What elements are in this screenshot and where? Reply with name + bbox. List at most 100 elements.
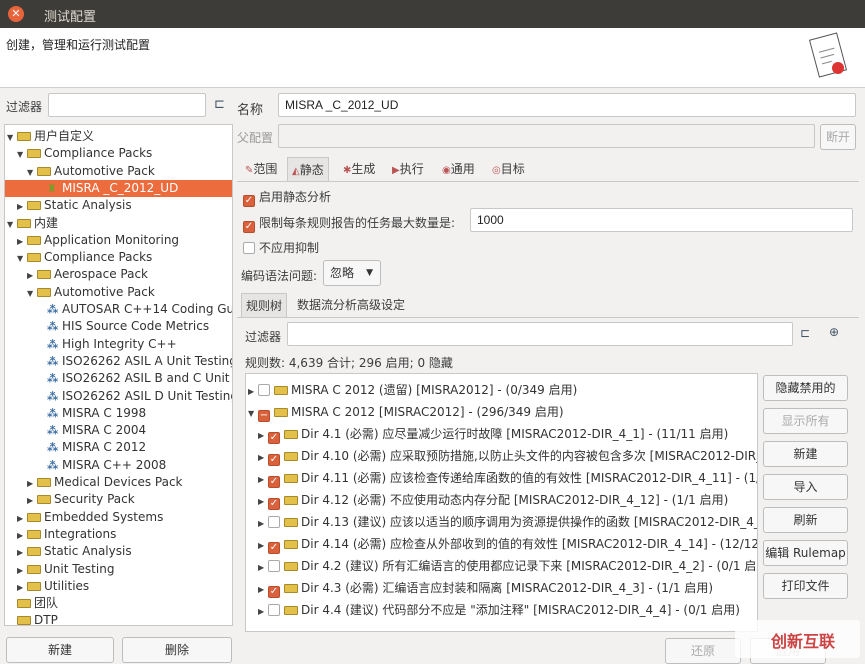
tree-item[interactable]: ⁂ MISRA C++ 2008 [5,457,232,474]
rule-checkbox[interactable]: ✓ [268,432,280,444]
tree-item[interactable]: ⁂ ISO26262 ASIL D Unit Testing [5,388,232,405]
tree-item[interactable]: ▼ Automotive Pack [5,284,232,301]
rule-checkbox[interactable] [258,384,270,396]
rule-row[interactable]: ▶ Dir 4.13 (建议) 应该以适当的顺序调用为资源提供操作的函数 [MIS… [258,511,757,535]
tab-5[interactable]: ◎目标 [488,157,529,181]
collapse-all-icon[interactable]: ⊏ [214,97,225,112]
tree-item[interactable]: ▼ Compliance Packs [5,145,232,162]
collapse-arrow-icon[interactable]: ▶ [17,562,27,579]
rule-row[interactable]: ▶ ✓ Dir 4.3 (必需) 汇编语言应封装和隔离 [MISRAC2012-DI… [258,577,713,599]
side-button-0[interactable]: 隐藏禁用的 [763,375,848,401]
tree-item[interactable]: ▶ Integrations [5,526,232,543]
new-config-button[interactable]: 新建 [6,637,114,663]
collapse-arrow-icon[interactable]: ▶ [27,267,37,284]
collapse-arrow-icon[interactable]: ▶ [258,601,268,623]
tree-item[interactable]: ▶ Unit Testing [5,561,232,578]
close-icon[interactable]: ✕ [8,6,24,22]
side-button-4[interactable]: 刷新 [763,507,848,533]
tree-item[interactable]: ⁂ MISRA C 2004 [5,422,232,439]
revert-button[interactable]: 还原 [665,638,741,664]
collapse-arrow-icon[interactable]: ▶ [17,510,27,527]
tree-item[interactable]: ▶ Aerospace Pack [5,266,232,283]
expand-arrow-icon[interactable]: ▼ [7,129,17,146]
rule-row[interactable]: ▶ ✓ Dir 4.1 (必需) 应尽量减少运行时故障 [MISRAC2012-DI… [258,423,728,445]
collapse-rules-icon[interactable]: ⊏ [800,326,810,340]
tree-item[interactable]: ▼ Automotive Pack [5,163,232,180]
tree-item[interactable]: ⁂AUTOSAR C++14 Coding Guidelines [5,301,232,318]
tree-item[interactable]: ▶ Security Pack [5,491,232,508]
enable-static-checkbox[interactable]: ✓ 启用静态分析 [243,188,331,207]
rule-row[interactable]: ▶ MISRA C 2012 (遗留) [MISRA2012] - (0/349 … [248,379,577,401]
collapse-arrow-icon[interactable]: ▶ [17,579,27,596]
expand-arrow-icon[interactable]: ▼ [17,250,27,267]
tab-3[interactable]: ▶执行 [388,157,428,181]
delete-config-button[interactable]: 删除 [122,637,232,663]
encoding-dropdown[interactable]: 忽略 ▼ [323,260,381,286]
rule-row[interactable]: ▶ Dir 4.2 (建议) 所有汇编语言的使用都应记录下来 [MISRAC201… [258,555,757,579]
subtab-rule-tree[interactable]: 规则树 [241,293,288,317]
rule-tree[interactable]: ▶ MISRA C 2012 (遗留) [MISRA2012] - (0/349 … [245,373,758,632]
rule-row[interactable]: ▶ ✓ Dir 4.14 (必需) 应检查从外部收到的值的有效性 [MISRAC20… [258,533,757,557]
tab-1[interactable]: ◭静态 [287,157,329,181]
side-button-5[interactable]: 编辑 Rulemap [763,540,848,566]
tree-item[interactable]: ⁂ MISRA C 2012 [5,439,232,456]
rule-checkbox[interactable] [268,604,280,616]
collapse-arrow-icon[interactable]: ▶ [258,469,268,491]
rule-filter-input[interactable] [287,322,793,346]
tree-item[interactable]: ▶ Medical Devices Pack [5,474,232,491]
side-button-3[interactable]: 导入 [763,474,848,500]
collapse-arrow-icon[interactable]: ▶ [258,447,268,469]
subtab-dataflow[interactable]: 数据流分析高级设定 [293,293,409,317]
expand-arrow-icon[interactable]: ▼ [27,164,37,181]
tree-item[interactable]: ▶ Static Analysis [5,543,232,560]
collapse-arrow-icon[interactable]: ▶ [17,544,27,561]
rule-row[interactable]: ▶ ✓ Dir 4.11 (必需) 应该检查传递给库函数的值的有效性 [MISRAC… [258,467,757,491]
rule-row[interactable]: ▶ Dir 4.4 (建议) 代码部分不应是 "添加注释" [MISRAC2012… [258,599,740,621]
tree-item[interactable]: ⁂ HIS Source Code Metrics [5,318,232,335]
collapse-arrow-icon[interactable]: ▶ [258,535,268,557]
tree-item[interactable]: ▶ Utilities [5,578,232,595]
side-button-1[interactable]: 显示所有 [763,408,848,434]
filter-options-icon[interactable]: ⊕ [829,325,839,339]
rule-checkbox[interactable]: ✓ [268,498,280,510]
tree-item[interactable]: 团队 [5,595,232,612]
side-button-6[interactable]: 打印文件 [763,573,848,599]
expand-arrow-icon[interactable]: ▼ [248,403,258,425]
limit-tasks-checkbox[interactable]: ✓ 限制每条规则报告的任务最大数量是: [243,214,455,233]
collapse-arrow-icon[interactable]: ▶ [27,492,37,509]
collapse-arrow-icon[interactable]: ▶ [258,557,268,579]
no-suppress-checkbox[interactable]: 不应用抑制 [243,239,319,256]
tree-item[interactable]: ▶ Static Analysis [5,197,232,214]
tab-4[interactable]: ◉通用 [438,157,479,181]
tree-item[interactable]: DTP [5,612,232,625]
collapse-arrow-icon[interactable]: ▶ [258,491,268,513]
tab-0[interactable]: ✎范围 [241,157,281,181]
tree-item[interactable]: ▼ 内建 [5,215,232,232]
rule-checkbox[interactable]: ✓ [268,476,280,488]
rule-row[interactable]: ▶ ✓ Dir 4.10 (必需) 应采取预防措施,以防止头文件的内容被包含多次 [… [258,445,757,469]
rule-row[interactable]: ▼ − MISRA C 2012 [MISRAC2012] - (296/349 启… [248,401,564,423]
collapse-arrow-icon[interactable]: ▶ [258,579,268,601]
rule-checkbox[interactable]: ✓ [268,454,280,466]
tree-item[interactable]: ⁂ISO26262 ASIL B and C Unit Testing [5,370,232,387]
rule-checkbox[interactable]: ✓ [268,586,280,598]
collapse-arrow-icon[interactable]: ▶ [17,198,27,215]
rule-checkbox[interactable]: ✓ [268,542,280,554]
collapse-arrow-icon[interactable]: ▶ [258,425,268,447]
rule-checkbox[interactable]: − [258,410,270,422]
max-tasks-input[interactable] [470,208,853,232]
tree-item[interactable]: ⁂ High Integrity C++ [5,336,232,353]
rule-checkbox[interactable] [268,516,280,528]
name-input[interactable] [278,93,856,117]
tree-item[interactable]: ⁂ ISO26262 ASIL A Unit Testing [5,353,232,370]
rule-checkbox[interactable] [268,560,280,572]
tree-item[interactable]: ▶ Embedded Systems [5,509,232,526]
collapse-arrow-icon[interactable]: ▶ [17,527,27,544]
collapse-arrow-icon[interactable]: ▶ [258,513,268,535]
collapse-arrow-icon[interactable]: ▶ [248,381,258,403]
expand-arrow-icon[interactable]: ▼ [7,216,17,233]
tree-item[interactable]: ▼ Compliance Packs [5,249,232,266]
disconnect-button[interactable]: 断开 [820,124,856,150]
tree-item[interactable]: ▶ Application Monitoring [5,232,232,249]
config-filter-input[interactable] [48,93,206,117]
